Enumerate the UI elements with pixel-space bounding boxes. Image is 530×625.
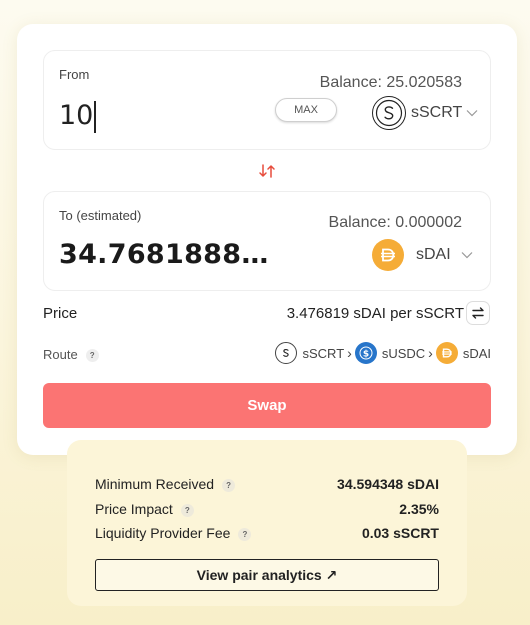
view-pair-analytics-button[interactable]: View pair analytics ↗ <box>95 559 439 591</box>
route-path: sSCRT › $ sUSDC › sDAI <box>275 342 491 364</box>
detail-label-text: Price Impact <box>95 501 173 517</box>
liquidity-fee-row: Liquidity Provider Fee? 0.03 sSCRT <box>95 525 439 543</box>
max-button[interactable]: MAX <box>275 98 337 122</box>
swap-card: From Balance: 25.020583 10 MAX sSCRT To … <box>17 24 517 455</box>
dai-coin-icon <box>372 239 404 271</box>
route-hop: sUSDC <box>381 345 426 361</box>
detail-value: 34.594348 sDAI <box>337 476 439 492</box>
route-label: Route? <box>43 347 99 363</box>
route-separator: › <box>347 345 352 361</box>
help-icon[interactable]: ? <box>180 503 194 517</box>
route-separator: › <box>428 345 433 361</box>
from-token-name: sSCRT <box>411 104 463 121</box>
help-icon[interactable]: ? <box>85 349 99 363</box>
detail-label: Price Impact? <box>95 501 194 517</box>
price-label: Price <box>43 305 78 322</box>
from-balance: Balance: 25.020583 <box>319 74 462 91</box>
detail-value: 0.03 sSCRT <box>361 525 439 541</box>
help-icon[interactable]: ? <box>222 478 236 492</box>
to-token-name: sDAI <box>416 246 451 263</box>
text-cursor <box>94 100 96 133</box>
from-panel: From Balance: 25.020583 10 MAX sSCRT <box>43 50 491 150</box>
from-amount-input[interactable]: 10 <box>59 100 96 133</box>
to-label: To (estimated) <box>59 208 142 223</box>
to-amount-output[interactable]: 34.7681888… <box>59 239 269 270</box>
help-icon[interactable]: ? <box>238 527 252 541</box>
detail-value: 2.35% <box>399 501 439 517</box>
scrt-coin-icon <box>372 96 406 130</box>
route-label-text: Route <box>43 347 78 362</box>
trade-details-panel: Minimum Received? 34.594348 sDAI Price I… <box>67 440 467 606</box>
swap-vertical-arrows-icon[interactable] <box>257 163 277 179</box>
price-impact-row: Price Impact? 2.35% <box>95 501 439 519</box>
chevron-down-icon <box>466 110 478 117</box>
chevron-down-icon <box>461 252 473 259</box>
price-value: 3.476819 sDAI per sSCRT <box>286 305 464 322</box>
from-amount-value: 10 <box>59 100 94 131</box>
from-token-selector[interactable]: sSCRT <box>372 96 478 130</box>
route-hop: sSCRT <box>302 345 345 361</box>
route-hop: sDAI <box>462 345 491 361</box>
usdc-coin-icon: $ <box>354 342 377 364</box>
swap-button[interactable]: Swap <box>43 383 491 428</box>
from-label: From <box>59 67 90 82</box>
svg-text:$: $ <box>363 350 369 360</box>
detail-label-text: Minimum Received <box>95 476 215 492</box>
to-balance: Balance: 0.000002 <box>328 214 462 231</box>
detail-label-text: Liquidity Provider Fee <box>95 525 231 541</box>
dai-coin-icon <box>435 342 458 364</box>
to-panel: To (estimated) Balance: 0.000002 34.7681… <box>43 191 491 291</box>
detail-label: Liquidity Provider Fee? <box>95 525 252 541</box>
swap-horizontal-arrows-icon[interactable] <box>466 301 490 325</box>
to-token-selector[interactable]: sDAI <box>372 238 473 272</box>
minimum-received-row: Minimum Received? 34.594348 sDAI <box>95 476 439 494</box>
scrt-coin-icon <box>275 342 298 364</box>
detail-label: Minimum Received? <box>95 476 236 492</box>
